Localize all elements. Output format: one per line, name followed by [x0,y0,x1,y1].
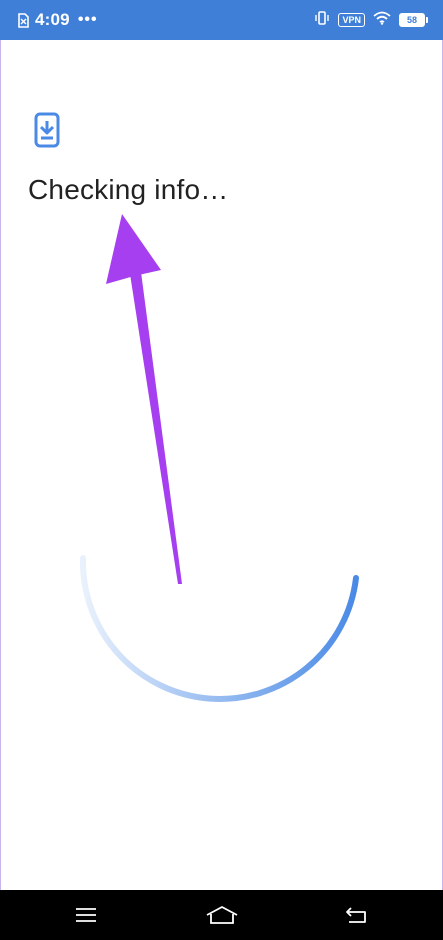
home-icon [205,905,239,925]
menu-icon [75,907,97,923]
arrow-head [106,214,161,284]
loading-spinner [79,555,359,702]
back-button[interactable] [327,890,387,940]
arrow-shaft [130,272,182,584]
back-icon [345,906,369,924]
loading-arc [79,555,359,702]
home-button[interactable] [192,890,252,940]
content-overlay [79,214,359,702]
menu-button[interactable] [56,890,116,940]
navigation-bar [0,890,443,940]
annotation-arrow [106,214,182,584]
